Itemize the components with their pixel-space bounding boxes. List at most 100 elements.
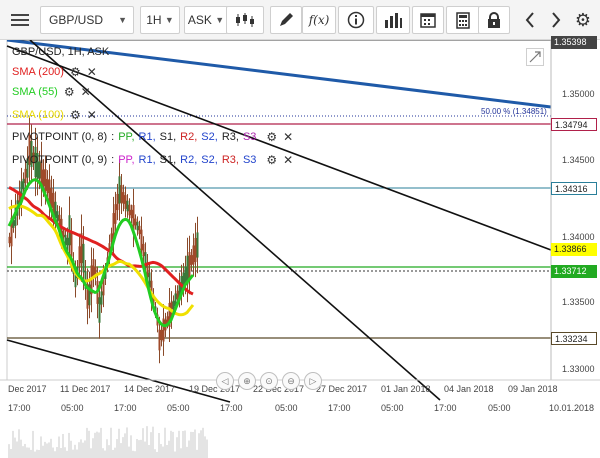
price-tag-1.34316: 1.34316 [551, 182, 597, 195]
bottom-area-bar [62, 433, 64, 458]
close-icon[interactable]: ✕ [283, 131, 293, 143]
bottom-area-bar [56, 447, 58, 458]
chart-type-button[interactable] [226, 6, 264, 34]
bottom-area-bar [96, 431, 98, 458]
candlestick-icon [236, 13, 254, 27]
time-label: 05:00 [381, 403, 404, 413]
bottom-area-bar [52, 447, 54, 458]
time-label: 17:00 [328, 403, 351, 413]
pivot2-component: R1, [138, 154, 156, 166]
price-axis-label: 1.35000 [562, 89, 595, 99]
chevron-right-icon[interactable] [544, 6, 568, 34]
lock-icon [488, 11, 500, 28]
candle-body [134, 218, 137, 226]
gear-icon[interactable]: ⚙ [70, 66, 81, 78]
bottom-area-bar [36, 449, 38, 458]
bottom-area-bar [68, 432, 70, 458]
gear-icon[interactable]: ⚙ [64, 86, 75, 98]
date-label: 27 Dec 2017 [316, 384, 368, 394]
bottom-area-bar [8, 444, 10, 458]
pivot2-component: S2, [201, 154, 218, 166]
bottom-area-bar [86, 427, 88, 458]
draw-tools-button[interactable] [270, 6, 302, 34]
bottom-area-bar [138, 440, 140, 458]
candle-body [114, 204, 117, 224]
price-axis-label: 1.34000 [562, 232, 595, 242]
time-label: 05:00 [488, 403, 511, 413]
info-button[interactable] [338, 6, 374, 34]
chevron-left-icon[interactable] [518, 6, 542, 34]
close-icon[interactable]: ✕ [283, 154, 293, 166]
gear-icon[interactable]: ⚙ [266, 154, 277, 166]
bottom-area-bar [198, 433, 200, 458]
legend-sma100: SMA (100) ⚙ ✕ [12, 107, 97, 123]
candle-body [188, 252, 191, 278]
bottom-area-bar [82, 442, 84, 458]
time-label: 05:00 [167, 403, 190, 413]
candle-body [158, 329, 161, 351]
bottom-area-bar [78, 442, 80, 458]
chevron-down-icon: ▼ [164, 15, 174, 25]
pivot2-components: PP, R1, S1, R2, S2, R3, S3 [118, 154, 260, 166]
zoom-reset-icon[interactable]: ⊙ [260, 372, 278, 390]
function-button[interactable]: f(x) [302, 6, 336, 34]
expand-icon[interactable] [526, 48, 544, 66]
close-icon[interactable]: ✕ [81, 86, 91, 98]
pivot2-component: R2, [180, 154, 198, 166]
candle-body [100, 291, 103, 305]
bottom-area-bar [20, 439, 22, 458]
candle-body [124, 195, 127, 209]
bottom-area-bar [40, 436, 42, 458]
candle-body [92, 259, 95, 277]
chart-area[interactable]: GBP/USD, 1H, ASK SMA (200) ⚙ ✕ SMA (55) ⚙… [0, 36, 600, 458]
pivot1-component: S3 [242, 131, 257, 143]
time-label: 17:00 [114, 403, 137, 413]
calendar-button[interactable] [412, 6, 444, 34]
bottom-area-bar [42, 445, 44, 458]
calculator-button[interactable] [446, 6, 480, 34]
timeframe-selector[interactable]: 1H ▼ [140, 6, 180, 34]
price-axis-label: 1.33500 [562, 297, 595, 307]
price-tag-1.33234: 1.33234 [551, 332, 597, 345]
bottom-area-bar [168, 440, 170, 458]
bottom-area-bar [104, 450, 106, 458]
pivot1-component: R2, [180, 131, 198, 143]
indicators-button[interactable] [376, 6, 410, 34]
bottom-area-bar [140, 439, 142, 458]
bottom-area-bar [122, 437, 124, 458]
bottom-area-bar [88, 430, 90, 458]
bar-chart-icon [385, 13, 402, 28]
gear-icon[interactable]: ⚙ [570, 6, 596, 34]
zoom-in-icon[interactable]: ⊕ [238, 372, 256, 390]
bottom-area-bar [30, 449, 32, 458]
bottom-area-bar [130, 435, 132, 458]
candle-body [128, 204, 131, 216]
scroll-right-icon[interactable]: ▷ [304, 372, 322, 390]
price-side-selector[interactable]: ASK ▼ [184, 6, 228, 34]
close-icon[interactable]: ✕ [87, 66, 97, 78]
zoom-out-icon[interactable]: ⊖ [282, 372, 300, 390]
bottom-area-bar [120, 443, 122, 458]
price-tag-1.33866: 1.33866 [551, 243, 597, 256]
bottom-area-bar [182, 430, 184, 458]
date-label: 01 Jan 2018 [381, 384, 431, 394]
chevron-down-icon: ▼ [118, 15, 127, 25]
legend-sma200: SMA (200) ⚙ ✕ [12, 64, 97, 80]
bottom-area-bar [54, 451, 56, 458]
hamburger-menu-icon[interactable] [6, 6, 34, 34]
candle-body [162, 318, 165, 342]
symbol-selector[interactable]: GBP/USD ▼ [40, 6, 134, 34]
gear-icon[interactable]: ⚙ [266, 131, 277, 143]
candle-body [194, 237, 197, 263]
candle-body [142, 243, 145, 257]
bottom-area-bar [50, 438, 52, 458]
gear-icon[interactable]: ⚙ [70, 109, 81, 121]
lock-button[interactable] [478, 6, 510, 34]
calendar-icon [420, 13, 436, 28]
close-icon[interactable]: ✕ [87, 109, 97, 121]
date-label: 11 Dec 2017 [60, 384, 111, 394]
candle-body [190, 255, 193, 265]
scroll-left-icon[interactable]: ◁ [216, 372, 234, 390]
pivot1-component: R1, [138, 131, 156, 143]
bottom-area-bar [90, 448, 92, 458]
